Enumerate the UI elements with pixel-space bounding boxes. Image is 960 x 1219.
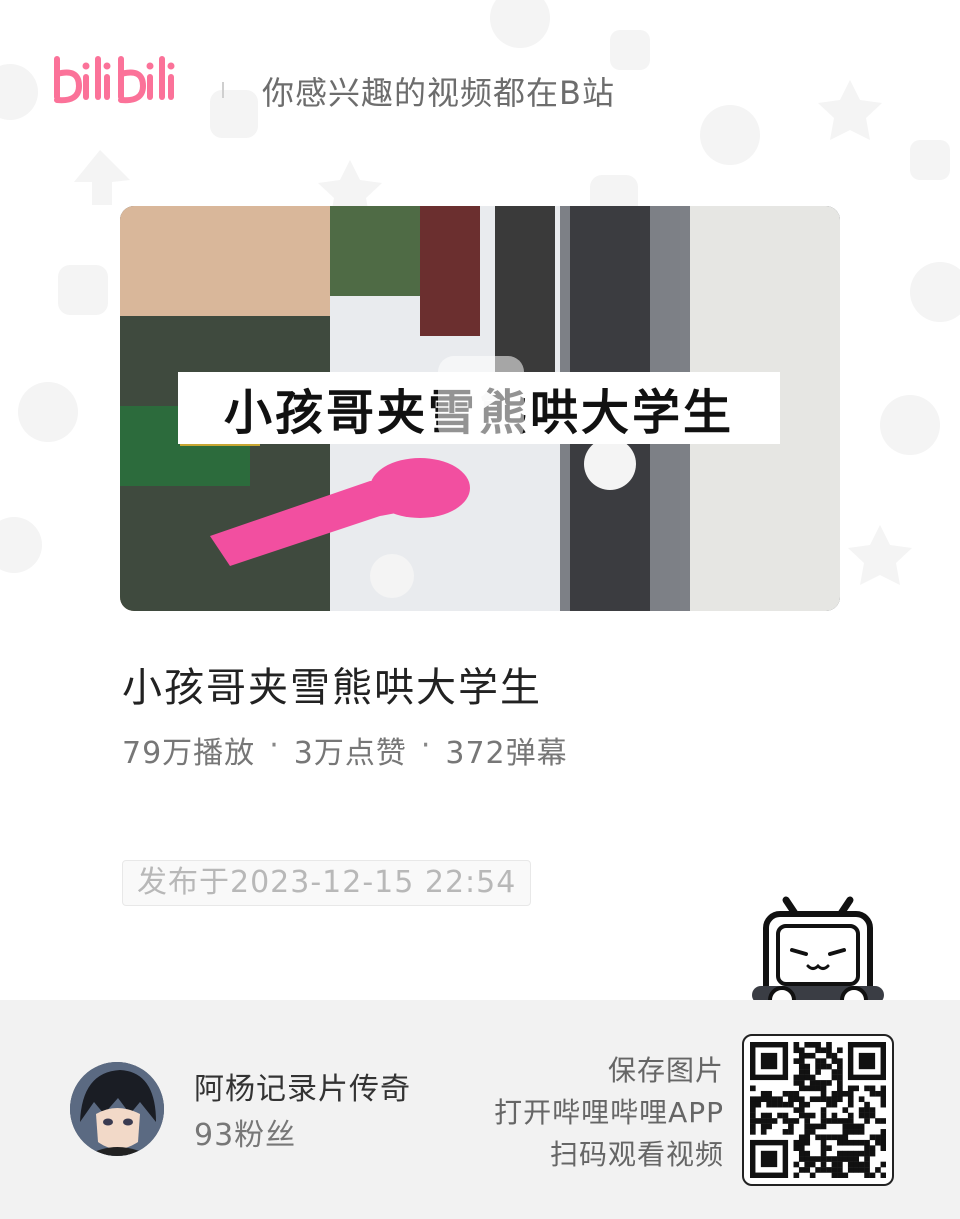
video-title: 小孩哥夹雪熊哄大学生 — [122, 665, 542, 711]
qr-code-icon — [750, 1042, 887, 1179]
like-count: 3万点赞 — [293, 736, 407, 771]
qr-line-save: 保存图片 — [607, 1054, 724, 1087]
video-stats: 79万播放 · 3万点赞 · 372弹幕 — [122, 728, 568, 772]
stats-separator: · — [269, 728, 280, 763]
play-icon[interactable] — [438, 356, 524, 442]
publish-time: 发布于2023-12-15 22:54 — [122, 860, 532, 906]
header: 你感兴趣的视频都在B站 — [48, 40, 908, 130]
stats-separator: · — [420, 728, 432, 763]
fan-count: 93粉丝 — [194, 1118, 297, 1153]
qr-line-open-app: 打开哔哩哔哩APP — [494, 1096, 724, 1129]
bilibili-tv-mascot-icon — [752, 896, 884, 1014]
video-cover[interactable]: 小孩哥夹雪熊哄大学生 — [120, 206, 840, 611]
qr-code[interactable] — [742, 1034, 894, 1186]
uploader-name[interactable]: 阿杨记录片传奇 — [194, 1064, 411, 1108]
danmaku-count: 372弹幕 — [445, 736, 568, 771]
header-slogan: 你感兴趣的视频都在B站 — [262, 74, 615, 112]
avatar[interactable] — [70, 1062, 164, 1156]
avatar-image — [70, 1062, 164, 1156]
bilibili-logo[interactable] — [48, 46, 188, 116]
qr-line-scan: 扫码观看视频 — [549, 1138, 724, 1171]
qr-instructions: 保存图片 打开哔哩哔哩APP 扫码观看视频 — [494, 1050, 724, 1176]
play-count: 79万播放 — [122, 736, 256, 771]
header-divider — [222, 82, 224, 98]
footer: 阿杨记录片传奇 93粉丝 保存图片 打开哔哩哔哩APP 扫码观看视频 — [0, 1000, 960, 1219]
